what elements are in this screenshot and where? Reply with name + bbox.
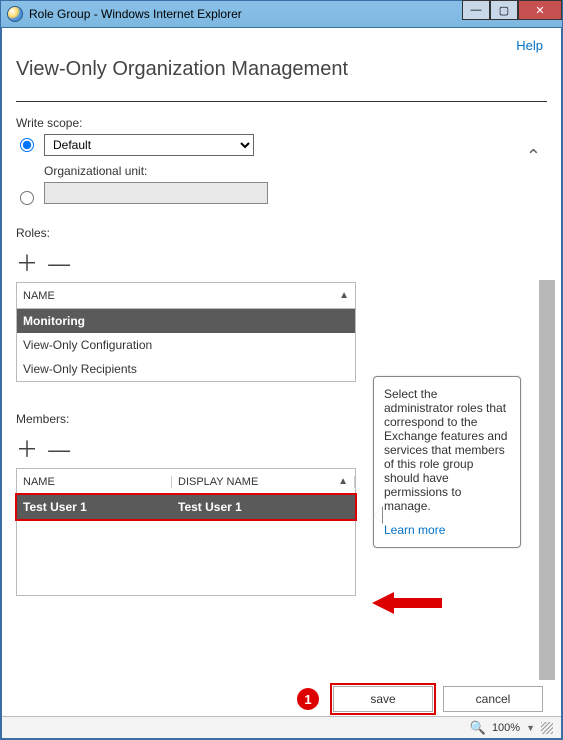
window-titlebar: Role Group - Windows Internet Explorer —… xyxy=(0,0,563,28)
ie-icon xyxy=(7,6,23,22)
ou-input xyxy=(44,182,268,204)
close-button[interactable]: ✕ xyxy=(518,0,562,20)
cancel-button[interactable]: cancel xyxy=(443,686,543,712)
scrollbar-thumb[interactable] xyxy=(539,280,555,680)
collapse-icon[interactable]: ⌃ xyxy=(526,146,541,167)
roles-add-button[interactable]: ＋ xyxy=(16,251,40,276)
minimize-button[interactable]: — xyxy=(462,0,490,20)
vertical-scrollbar[interactable] xyxy=(539,280,555,680)
resize-grip[interactable] xyxy=(541,722,553,734)
roles-remove-button[interactable]: — xyxy=(48,251,72,276)
roles-help-tooltip: Select the administrator roles that corr… xyxy=(373,376,521,548)
scope-select[interactable]: Default xyxy=(44,134,254,156)
window-title: Role Group - Windows Internet Explorer xyxy=(29,7,462,21)
sort-asc-icon: ▲ xyxy=(338,476,348,487)
members-col-display[interactable]: DISPLAY NAME ▲ xyxy=(172,476,355,488)
members-remove-button[interactable]: — xyxy=(48,437,72,462)
roles-grid: NAME ▲ Monitoring View-Only Configuratio… xyxy=(16,282,356,382)
annotation-callout-1: 1 xyxy=(297,688,319,710)
maximize-button[interactable]: ▢ xyxy=(490,0,518,20)
zoom-icon[interactable]: 🔍 xyxy=(470,720,486,736)
tooltip-text: Select the administrator roles that corr… xyxy=(384,387,507,513)
roles-row[interactable]: View-Only Configuration xyxy=(17,333,355,357)
roles-row[interactable]: View-Only Recipients xyxy=(17,357,355,381)
scope-ou-radio[interactable] xyxy=(20,191,34,205)
members-add-button[interactable]: ＋ xyxy=(16,437,40,462)
members-col-name[interactable]: NAME xyxy=(17,476,172,488)
learn-more-link[interactable]: Learn more xyxy=(384,523,510,537)
members-row[interactable]: Test User 1 Test User 1 xyxy=(17,495,355,519)
title-underline xyxy=(16,101,547,102)
help-link[interactable]: Help xyxy=(516,38,543,53)
roles-label: Roles: xyxy=(16,226,547,240)
ou-label: Organizational unit: xyxy=(44,164,547,178)
page-title: View-Only Organization Management xyxy=(16,58,547,81)
members-grid: NAME DISPLAY NAME ▲ Test User 1 Test Use… xyxy=(16,468,356,596)
write-scope-label: Write scope: xyxy=(16,116,547,130)
roles-col-name[interactable]: NAME ▲ xyxy=(17,290,355,302)
sort-asc-icon: ▲ xyxy=(339,290,349,301)
save-button[interactable]: save xyxy=(333,686,433,712)
scope-default-radio[interactable] xyxy=(20,138,34,152)
roles-row[interactable]: Monitoring xyxy=(17,309,355,333)
annotation-arrow xyxy=(372,590,442,616)
zoom-level: 100% xyxy=(492,722,520,734)
status-bar: 🔍 100% ▼ xyxy=(2,716,561,738)
zoom-dropdown-icon[interactable]: ▼ xyxy=(526,723,535,733)
